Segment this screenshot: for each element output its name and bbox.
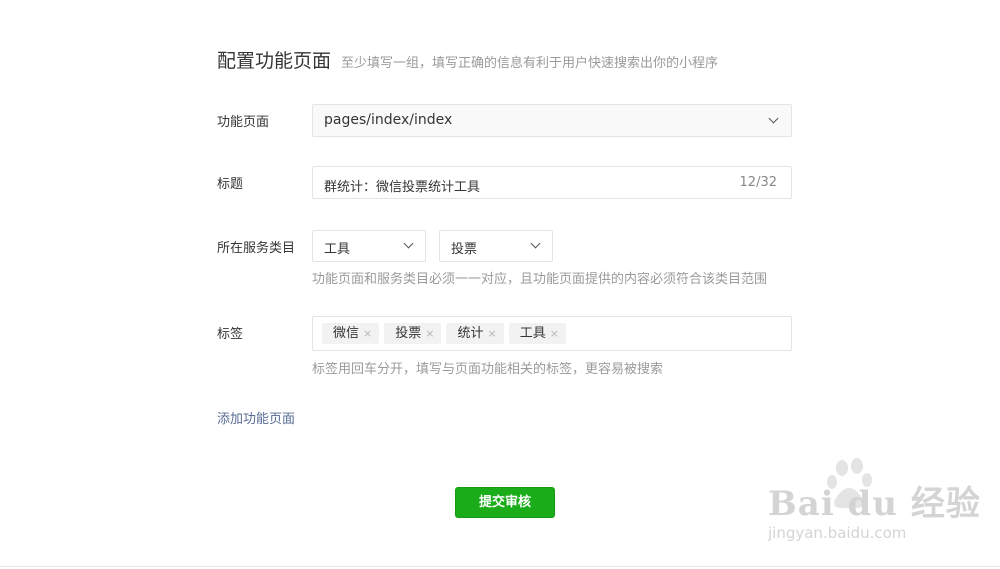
page-header: 配置功能页面 至少填写一组，填写正确的信息有利于用户快速搜索出你的小程序	[217, 46, 718, 73]
category-level1-select[interactable]: 工具	[312, 230, 426, 262]
tags-hint: 标签用回车分开，填写与页面功能相关的标签，更容易被搜索	[312, 362, 664, 377]
category-level2-select[interactable]: 投票	[439, 230, 553, 262]
tag-label: 统计	[457, 326, 484, 341]
chevron-down-icon	[768, 113, 779, 124]
add-function-page-link[interactable]: 添加功能页面	[217, 408, 295, 427]
watermark-logo: Bai du 经验	[768, 484, 981, 524]
function-page-label: 功能页面	[217, 115, 270, 130]
function-page-select[interactable]: pages/index/index	[312, 104, 792, 137]
submit-review-button[interactable]: 提交审核	[455, 487, 555, 518]
category-level1-value: 工具	[324, 242, 351, 257]
tags-input[interactable]: 微信 × 投票 × 统计 × 工具 ×	[312, 316, 792, 351]
tag-label: 投票	[395, 326, 422, 341]
close-icon[interactable]: ×	[487, 323, 496, 344]
close-icon[interactable]: ×	[363, 323, 372, 344]
tag-item: 微信 ×	[322, 323, 380, 344]
tag-label: 工具	[519, 326, 546, 341]
watermark-url: jingyan.baidu.com	[768, 524, 907, 542]
tags-label: 标签	[217, 327, 244, 342]
close-icon[interactable]: ×	[425, 323, 434, 344]
tag-label: 微信	[333, 326, 360, 341]
title-char-count: 12/32	[739, 175, 777, 190]
page-title: 配置功能页面	[217, 50, 332, 72]
chevron-down-icon	[530, 238, 541, 249]
page-subtitle: 至少填写一组，填写正确的信息有利于用户快速搜索出你的小程序	[341, 56, 719, 71]
title-label: 标题	[217, 177, 244, 192]
title-input-value: 群统计：微信投票统计工具	[324, 180, 481, 195]
divider	[0, 566, 1000, 567]
tag-list: 微信 × 投票 × 统计 × 工具 ×	[322, 323, 566, 344]
title-input[interactable]: 群统计：微信投票统计工具 12/32	[312, 166, 792, 199]
chevron-down-icon	[403, 238, 414, 249]
tag-item: 统计 ×	[446, 323, 504, 344]
tag-item: 投票 ×	[384, 323, 442, 344]
category-level2-value: 投票	[451, 242, 478, 257]
category-label: 所在服务类目	[217, 241, 296, 256]
tag-item: 工具 ×	[508, 323, 566, 344]
category-hint: 功能页面和服务类目必须一一对应，且功能页面提供的内容必须符合该类目范围	[312, 272, 768, 287]
function-page-value: pages/index/index	[324, 112, 453, 128]
close-icon[interactable]: ×	[550, 323, 559, 344]
